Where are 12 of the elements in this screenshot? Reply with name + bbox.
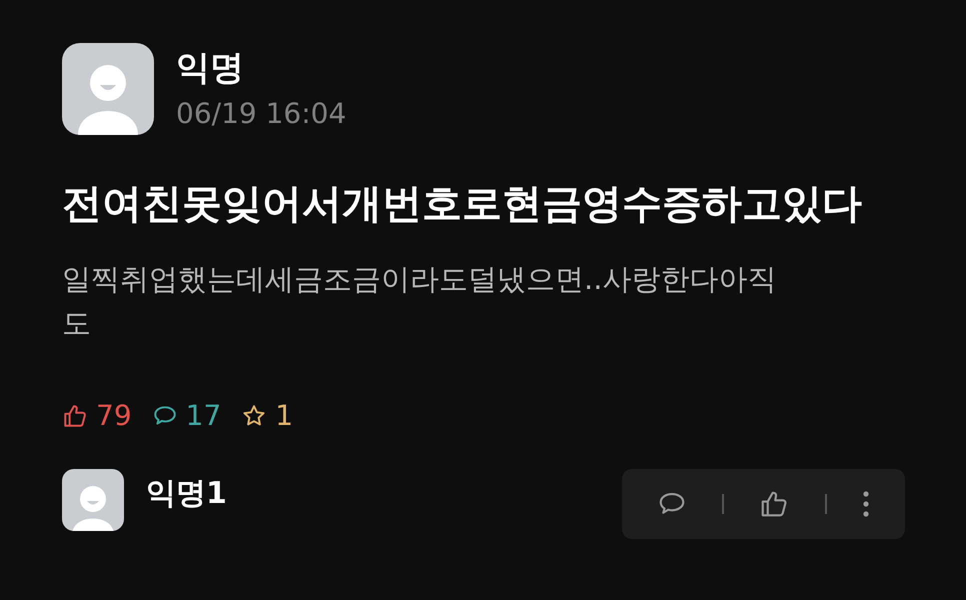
post-body: 일찍취업했는데세금조금이라도덜냈으면..사랑한다아직도 bbox=[62, 261, 778, 342]
stat-count: 1 bbox=[275, 399, 294, 433]
post-time: 06/19 16:04 bbox=[176, 96, 346, 132]
avatar-icon bbox=[62, 469, 124, 531]
like-button[interactable] bbox=[759, 489, 790, 519]
commenter-name: 익명1 bbox=[146, 475, 227, 513]
post-title: 전여친못잊어서개번호로현금영수증하고있다 bbox=[62, 180, 863, 229]
stat-count: 79 bbox=[96, 399, 132, 433]
stat-count: 17 bbox=[186, 399, 222, 433]
more-button[interactable] bbox=[862, 489, 870, 519]
author-name: 익명 bbox=[176, 47, 245, 90]
avatar-icon bbox=[62, 43, 154, 135]
